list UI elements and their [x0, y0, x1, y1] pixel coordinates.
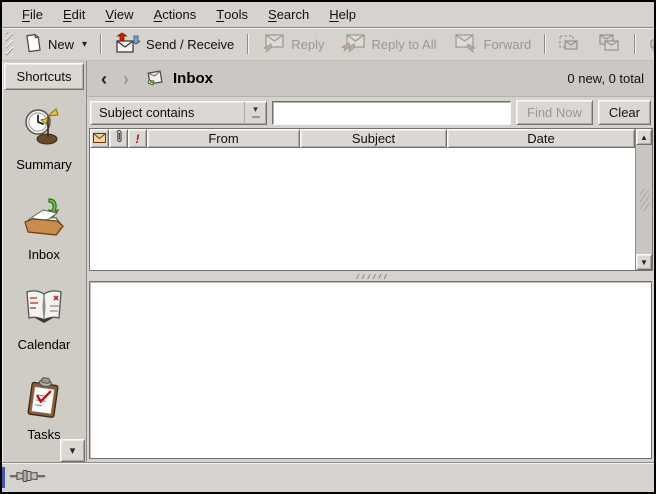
- reply-label: Reply: [291, 37, 324, 52]
- scroll-down-button[interactable]: ▼: [636, 254, 652, 270]
- column-subject[interactable]: Subject: [300, 129, 447, 148]
- search-filter-dropdown[interactable]: Subject contains ▾: [90, 101, 267, 125]
- reply-icon: [261, 33, 285, 56]
- copy-message-icon: [597, 33, 621, 56]
- forward-button[interactable]: Forward: [448, 29, 538, 60]
- shortcuts-group-button[interactable]: Shortcuts: [4, 63, 84, 90]
- new-document-icon: [24, 33, 42, 56]
- menu-tools[interactable]: Tools: [206, 2, 258, 27]
- copy-message-button[interactable]: [591, 29, 627, 60]
- print-button[interactable]: [642, 28, 656, 61]
- message-list-header: ! From Subject Date: [90, 129, 635, 148]
- paperclip-icon: [115, 130, 123, 147]
- sidebar-item-label: Inbox: [28, 247, 60, 262]
- toolbar-separator: [634, 34, 635, 54]
- column-mail-status[interactable]: [90, 129, 109, 148]
- shortcut-list: Summary: [2, 92, 86, 442]
- menu-file[interactable]: File: [12, 2, 53, 27]
- content-area: ‹ › Inbox 0 new, 0 total Subject contain…: [87, 61, 654, 462]
- message-preview-pane: [89, 281, 652, 459]
- new-button-label: New: [48, 37, 74, 52]
- sidebar-item-calendar[interactable]: Calendar: [2, 286, 86, 352]
- search-filter-value: Subject contains: [91, 105, 244, 120]
- shortcuts-sidebar: Shortcuts: [2, 61, 87, 462]
- forward-label: Forward: [484, 37, 532, 52]
- toolbar-separator: [544, 34, 545, 54]
- toolbar: New ▾ Send / Receive Reply: [2, 28, 654, 61]
- statusbar: [2, 462, 654, 492]
- progress-indicator: [2, 467, 5, 488]
- inbox-tray-icon: [21, 196, 67, 240]
- send-receive-icon: [114, 32, 140, 57]
- sidebar-scroll-down-button[interactable]: ▾: [60, 439, 85, 462]
- reply-to-all-label: Reply to All: [371, 37, 436, 52]
- toolbar-grip[interactable]: [6, 32, 13, 56]
- find-now-button[interactable]: Find Now: [516, 100, 593, 125]
- forward-icon: [454, 33, 478, 56]
- column-importance[interactable]: !: [128, 129, 147, 148]
- folder-title: Inbox: [173, 70, 213, 87]
- scroll-up-button[interactable]: ▲: [636, 129, 652, 145]
- summary-clock-icon: [21, 106, 67, 150]
- calendar-book-icon: [21, 286, 67, 330]
- combo-arrow-icon: ▾: [244, 102, 266, 124]
- menu-edit[interactable]: Edit: [53, 2, 95, 27]
- search-bar: Subject contains ▾ Find Now Clear: [87, 97, 654, 128]
- menubar: File Edit View Actions Tools Search Help: [2, 2, 654, 28]
- scrollbar-hatch: [640, 189, 649, 211]
- menu-help[interactable]: Help: [319, 2, 366, 27]
- folder-message-count: 0 new, 0 total: [567, 71, 644, 86]
- menu-view[interactable]: View: [95, 2, 143, 27]
- message-list: ! From Subject Date ▲ ▼: [89, 128, 653, 271]
- folder-header-bar: ‹ › Inbox 0 new, 0 total: [87, 61, 654, 97]
- reply-button[interactable]: Reply: [255, 29, 330, 60]
- menu-search[interactable]: Search: [258, 2, 319, 27]
- column-attachment[interactable]: [109, 129, 128, 148]
- pane-splitter[interactable]: [87, 271, 654, 281]
- inbox-folder-icon: [145, 67, 165, 90]
- sidebar-item-label: Tasks: [27, 427, 60, 442]
- reply-to-all-icon: [341, 33, 365, 56]
- tasks-clipboard-icon: [21, 376, 67, 420]
- move-message-icon: [558, 33, 580, 56]
- search-input[interactable]: [272, 101, 511, 125]
- clear-button[interactable]: Clear: [598, 100, 651, 125]
- splitter-grip-icon: [354, 274, 388, 279]
- new-button[interactable]: New ▾: [18, 29, 93, 60]
- reply-to-all-button[interactable]: Reply to All: [335, 29, 442, 60]
- send-receive-label: Send / Receive: [146, 37, 234, 52]
- column-date[interactable]: Date: [447, 129, 635, 148]
- menu-actions[interactable]: Actions: [144, 2, 207, 27]
- move-message-button[interactable]: [552, 29, 586, 60]
- online-status-icon[interactable]: [10, 469, 48, 486]
- sidebar-item-label: Summary: [16, 157, 72, 172]
- sidebar-item-label: Calendar: [18, 337, 71, 352]
- message-list-scrollbar: ▲ ▼: [635, 129, 652, 270]
- sidebar-item-inbox[interactable]: Inbox: [2, 196, 86, 262]
- importance-icon: !: [136, 132, 140, 146]
- chevron-down-icon: ▾: [82, 39, 87, 50]
- message-list-body[interactable]: [90, 148, 635, 270]
- send-receive-button[interactable]: Send / Receive: [108, 28, 240, 61]
- evolution-window: File Edit View Actions Tools Search Help…: [0, 0, 656, 494]
- forward-arrow-button[interactable]: ›: [119, 70, 133, 88]
- back-arrow-button[interactable]: ‹: [97, 70, 111, 88]
- scrollbar-trough[interactable]: [636, 145, 652, 254]
- toolbar-separator: [247, 34, 248, 54]
- toolbar-separator: [100, 34, 101, 54]
- column-from[interactable]: From: [147, 129, 300, 148]
- print-icon: [648, 32, 656, 57]
- envelope-status-icon: [93, 131, 106, 146]
- main-area: Shortcuts: [2, 61, 654, 462]
- sidebar-item-summary[interactable]: Summary: [2, 106, 86, 172]
- sidebar-item-tasks[interactable]: Tasks: [2, 376, 86, 442]
